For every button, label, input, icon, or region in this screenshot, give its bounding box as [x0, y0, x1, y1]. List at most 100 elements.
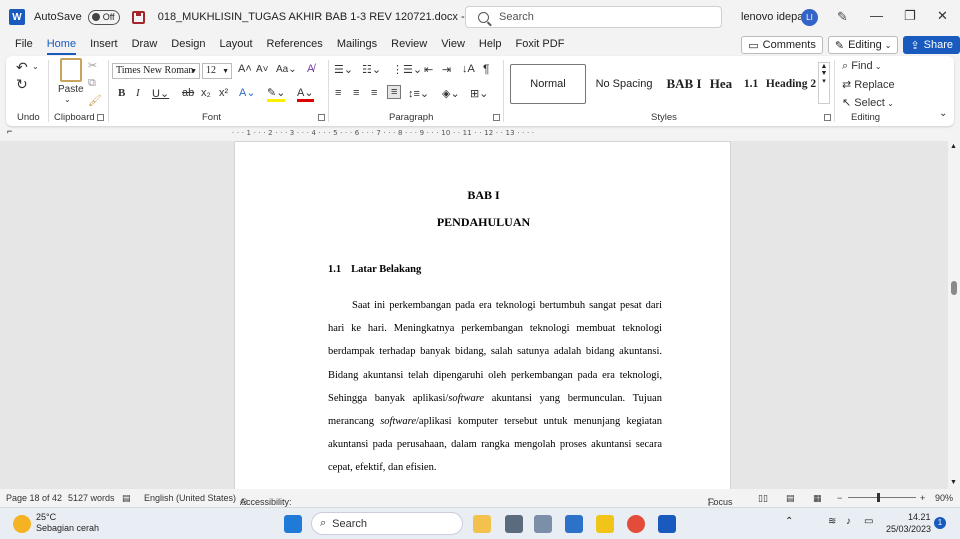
designer-pen-icon[interactable]: ✎	[837, 9, 848, 25]
chevron-down-icon[interactable]: ⌄	[32, 62, 39, 71]
file-explorer-icon[interactable]	[473, 515, 491, 533]
vertical-scrollbar[interactable]: ▲ ▼	[948, 141, 960, 489]
underline-icon[interactable]: U⌄	[152, 87, 169, 100]
tab-view[interactable]: View	[434, 34, 472, 55]
chapter-title[interactable]: PENDAHULUAN	[235, 215, 732, 230]
zoom-level[interactable]: 90%	[935, 493, 953, 503]
dialog-launcher-icon[interactable]	[97, 114, 104, 121]
notification-badge[interactable]: 1	[934, 517, 946, 529]
tab-foxit-pdf[interactable]: Foxit PDF	[509, 34, 572, 55]
print-layout-icon[interactable]: ▤	[786, 493, 795, 504]
word-taskbar-icon[interactable]	[658, 515, 676, 533]
horizontal-ruler[interactable]: · · · 1 · · · 2 · · · 3 · · · 4 · · · 5 …	[232, 129, 731, 139]
chevron-up-icon[interactable]: ⌃	[785, 516, 793, 527]
app-icon[interactable]	[505, 515, 523, 533]
dialog-launcher-icon[interactable]	[493, 114, 500, 121]
borders-icon[interactable]: ⊞⌄	[470, 87, 488, 100]
comments-button[interactable]: ▭ Comments	[741, 36, 823, 54]
style-heading-2[interactable]: Heading 2	[764, 64, 818, 104]
body-paragraph[interactable]: Saat ini perkembangan pada era teknologi…	[328, 294, 662, 480]
avatar[interactable]: LI	[801, 9, 818, 26]
increase-indent-icon[interactable]: ⇥	[442, 63, 451, 76]
more-icon[interactable]: ▾	[819, 77, 829, 85]
search-box[interactable]	[465, 6, 722, 28]
tab-draw[interactable]: Draw	[125, 34, 165, 55]
document-canvas[interactable]: BAB I PENDAHULUAN 1.1 Latar Belakang Saat…	[0, 141, 948, 489]
format-painter-icon[interactable]: 🖌	[88, 94, 102, 107]
line-spacing-icon[interactable]: ↕≡⌄	[408, 87, 429, 100]
italic-icon[interactable]: I	[136, 87, 140, 99]
language[interactable]: English (United States)	[144, 493, 236, 503]
dialog-launcher-icon[interactable]	[318, 114, 325, 121]
bold-icon[interactable]: B	[118, 87, 125, 99]
weather-description[interactable]: Sebagian cerah	[36, 523, 99, 533]
text-effects-icon[interactable]: A⌄	[239, 86, 256, 99]
tab-selector-icon[interactable]: ⌐	[7, 126, 12, 136]
section-heading[interactable]: 1.1 Latar Belakang	[328, 264, 421, 275]
scroll-thumb[interactable]	[951, 281, 957, 295]
tab-file[interactable]: File	[8, 34, 40, 55]
style-normal[interactable]: Normal	[510, 64, 586, 104]
close-button[interactable]: ✕	[937, 8, 948, 24]
wifi-icon[interactable]: ≋	[828, 516, 836, 527]
subscript-icon[interactable]: x₂	[201, 87, 211, 99]
shrink-font-icon[interactable]: A˅	[256, 64, 269, 75]
redo-icon[interactable]: ↻	[16, 76, 28, 93]
superscript-icon[interactable]: x²	[219, 87, 228, 99]
share-button[interactable]: ⇪ Share	[903, 36, 960, 54]
font-size-select[interactable]: 12 ▼	[202, 63, 232, 79]
autosave-toggle[interactable]: Off	[87, 9, 120, 25]
align-left-icon[interactable]: ≡	[335, 87, 341, 99]
minimize-button[interactable]: —	[870, 8, 883, 23]
align-right-icon[interactable]: ≡	[371, 87, 377, 99]
justify-icon[interactable]: ≡	[387, 85, 402, 99]
clock-date[interactable]: 25/03/2023	[886, 524, 931, 534]
web-layout-icon[interactable]: ▦	[813, 493, 822, 504]
font-name-select[interactable]: Times New Roman ▼	[112, 63, 200, 79]
windows-start-icon[interactable]	[284, 515, 302, 533]
chapter-heading[interactable]: BAB I	[235, 188, 732, 203]
clear-formatting-icon[interactable]: A̸	[307, 63, 314, 75]
editing-mode-button[interactable]: ✎ Editing ⌄	[827, 36, 899, 54]
style-1-1[interactable]: 1.1	[742, 64, 760, 104]
dialog-launcher-icon[interactable]	[824, 114, 831, 121]
bullets-icon[interactable]: ☰⌄	[334, 63, 353, 76]
cut-icon[interactable]: ✂	[88, 59, 97, 72]
copy-icon[interactable]: ⧉	[88, 77, 96, 90]
document-page[interactable]: BAB I PENDAHULUAN 1.1 Latar Belakang Saat…	[234, 141, 731, 489]
zoom-in-icon[interactable]: +	[920, 493, 925, 503]
tab-layout[interactable]: Layout	[213, 34, 260, 55]
mail-icon[interactable]	[565, 515, 583, 533]
battery-icon[interactable]: ▭	[864, 516, 873, 527]
tab-insert[interactable]: Insert	[83, 34, 125, 55]
weather-icon[interactable]	[13, 515, 31, 533]
search-input[interactable]	[499, 11, 699, 23]
style-heading-1[interactable]: Hea	[706, 64, 736, 104]
tab-mailings[interactable]: Mailings	[330, 34, 384, 55]
proofing-icon[interactable]: ▤	[122, 493, 131, 504]
style-bab-i[interactable]: BAB I	[664, 64, 704, 104]
chevron-down-icon[interactable]: ▼	[819, 70, 829, 77]
tab-references[interactable]: References	[260, 34, 330, 55]
change-case-icon[interactable]: Aa⌄	[276, 64, 297, 75]
word-count[interactable]: 5127 words	[68, 493, 115, 503]
clock-time[interactable]: 14.21	[908, 512, 931, 522]
tab-review[interactable]: Review	[384, 34, 434, 55]
tab-help[interactable]: Help	[472, 34, 509, 55]
decrease-indent-icon[interactable]: ⇤	[424, 63, 433, 76]
chevron-up-icon[interactable]: ▲	[819, 63, 829, 70]
temperature[interactable]: 25°C	[36, 512, 56, 522]
replace-button[interactable]: ⇄ Replace	[842, 78, 895, 91]
find-button[interactable]: ⌕ Find ⌄	[842, 60, 882, 73]
shading-icon[interactable]: ◈⌄	[442, 87, 460, 100]
paste-icon[interactable]	[60, 58, 82, 82]
restore-button[interactable]: ❐	[904, 8, 916, 24]
zoom-slider-thumb[interactable]	[877, 493, 880, 502]
zoom-slider-track[interactable]	[848, 497, 916, 498]
styles-scroll[interactable]: ▲ ▼ ▾	[818, 62, 830, 104]
volume-icon[interactable]: ♪	[846, 516, 851, 527]
chrome-icon[interactable]	[627, 515, 645, 533]
read-mode-icon[interactable]: ▯▯	[758, 493, 768, 504]
save-icon[interactable]	[131, 10, 145, 24]
select-button[interactable]: ↖ Select ⌄	[842, 96, 894, 109]
